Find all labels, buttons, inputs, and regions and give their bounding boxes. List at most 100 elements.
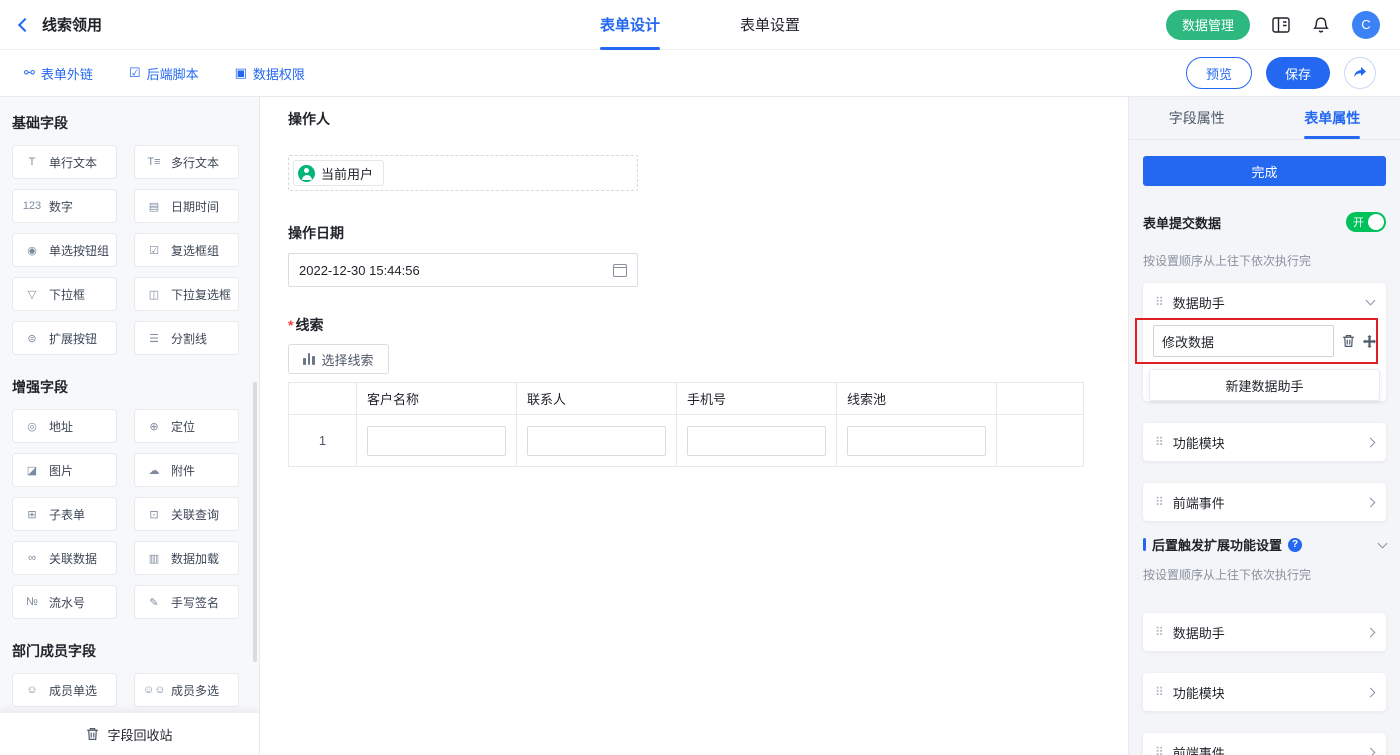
field-item[interactable]: №流水号 (12, 585, 117, 619)
field-type-icon: ☺☺ (143, 684, 165, 696)
table-row: 1 (289, 415, 1084, 467)
drag-handle-icon[interactable]: ⠿ (1155, 626, 1164, 638)
user-avatar[interactable]: C (1352, 11, 1380, 39)
back-icon[interactable] (18, 17, 32, 31)
toggle-on-label: 开 (1353, 214, 1364, 230)
help-icon[interactable]: ? (1288, 538, 1302, 552)
script-icon: ☑ (129, 65, 141, 81)
field-item[interactable]: T≡多行文本 (134, 145, 239, 179)
date-input[interactable]: 2022-12-30 15:44:56 (288, 253, 638, 287)
share-button[interactable] (1344, 57, 1376, 89)
field-item[interactable]: 123数字 (12, 189, 117, 223)
card-post-data-helper-header[interactable]: ⠿ 数据助手 (1143, 613, 1386, 651)
header-right: 数据管理 C (1166, 10, 1380, 40)
backend-script-button[interactable]: ☑ 后端脚本 (129, 64, 199, 83)
field-item[interactable]: ✎手写签名 (134, 585, 239, 619)
field-item[interactable]: ☺☺成员多选 (134, 673, 239, 707)
delete-icon[interactable] (1342, 334, 1355, 348)
field-item[interactable]: ⊞子表单 (12, 497, 117, 531)
field-item[interactable]: ◎地址 (12, 409, 117, 443)
field-grid: ◎地址 ⊕定位 ◪图片 ☁附件 ⊞子表单 ⊡关联查询 ∞关联数据 ▥数据加载 №… (12, 409, 247, 619)
done-button[interactable]: 完成 (1143, 156, 1386, 186)
field-recycle-bin[interactable]: 字段回收站 (0, 713, 259, 755)
table-cell-input[interactable] (847, 426, 986, 456)
link-label: 表单外链 (41, 64, 93, 83)
save-button[interactable]: 保存 (1266, 57, 1330, 89)
field-item[interactable]: ☑复选框组 (134, 233, 239, 267)
field-item-label: 下拉框 (49, 286, 85, 303)
field-item[interactable]: ☺成员单选 (12, 673, 117, 707)
table-cell-input[interactable] (527, 426, 666, 456)
field-item[interactable]: ☰分割线 (134, 321, 239, 355)
tab-form-settings[interactable]: 表单设置 (740, 0, 800, 50)
section-heading: 基础字段 (12, 113, 247, 133)
table-cell (997, 415, 1084, 467)
field-label-text: 操作日期 (288, 223, 344, 243)
field-item-label: 分割线 (171, 330, 207, 347)
field-item[interactable]: ▤日期时间 (134, 189, 239, 223)
field-item[interactable]: ◉单选按钮组 (12, 233, 117, 267)
card-label: 数据助手 (1173, 623, 1225, 642)
field-item-label: 数据加载 (171, 550, 219, 567)
field-item[interactable]: ⊡关联查询 (134, 497, 239, 531)
field-item-label: 手写签名 (171, 594, 219, 611)
drag-handle-icon[interactable]: ⠿ (1155, 436, 1164, 448)
tab-form-properties[interactable]: 表单属性 (1265, 97, 1400, 139)
tab-form-design[interactable]: 表单设计 (600, 0, 660, 50)
field-type-icon: ☺ (21, 684, 43, 696)
field-item[interactable]: ∞关联数据 (12, 541, 117, 575)
layout-icon[interactable] (1272, 17, 1290, 33)
card-function-module-header[interactable]: ⠿ 功能模块 (1143, 423, 1386, 461)
section-heading: 增强字段 (12, 377, 247, 397)
sidebar-scrollbar[interactable] (253, 382, 257, 662)
current-user-chip[interactable]: 当前用户 (293, 160, 384, 186)
field-item[interactable]: ▽下拉框 (12, 277, 117, 311)
table-cell-input[interactable] (367, 426, 506, 456)
field-item[interactable]: ⊜扩展按钮 (12, 321, 117, 355)
field-operator: 操作人 当前用户 (288, 109, 1128, 191)
preview-button[interactable]: 预览 (1186, 57, 1252, 89)
field-item[interactable]: ▥数据加载 (134, 541, 239, 575)
field-label-text: 操作人 (288, 109, 330, 129)
drag-handle-icon[interactable]: ⠿ (1155, 496, 1164, 508)
field-item[interactable]: T单行文本 (12, 145, 117, 179)
table-column-header: 手机号 (677, 383, 837, 415)
field-type-icon: ⊞ (21, 508, 43, 521)
recycle-label: 字段回收站 (107, 725, 172, 744)
data-permission-button[interactable]: ▣ 数据权限 (235, 64, 305, 83)
field-item[interactable]: ☁附件 (134, 453, 239, 487)
field-type-icon: T≡ (143, 156, 165, 168)
card-post-function-module-header[interactable]: ⠿ 功能模块 (1143, 673, 1386, 711)
drag-handle-icon[interactable]: ⠿ (1155, 296, 1164, 308)
data-helper-name-input[interactable] (1153, 325, 1334, 357)
card-data-helper-header[interactable]: ⠿ 数据助手 (1143, 283, 1386, 321)
card-frontend-event-header[interactable]: ⠿ 前端事件 (1143, 483, 1386, 521)
section-accent-bar (1143, 538, 1146, 551)
table-column-header (997, 383, 1084, 415)
operator-field[interactable]: 当前用户 (288, 155, 638, 191)
field-type-icon: 123 (21, 200, 43, 212)
card-post-frontend-event-header[interactable]: ⠿ 前端事件 (1143, 733, 1386, 755)
new-data-helper-button[interactable]: 新建数据助手 (1149, 369, 1380, 401)
table-cell-input[interactable] (687, 426, 826, 456)
move-icon[interactable] (1363, 335, 1376, 348)
chevron-down-icon (1378, 538, 1388, 548)
field-item[interactable]: ◫下拉复选框 (134, 277, 239, 311)
drag-handle-icon[interactable]: ⠿ (1155, 746, 1164, 755)
chevron-right-icon (1366, 687, 1376, 697)
table-column-header: 线索池 (837, 383, 997, 415)
header-tabs: 表单设计 表单设置 (600, 0, 800, 50)
link-label: 数据权限 (253, 64, 305, 83)
form-toolbar: ⚯ 表单外链 ☑ 后端脚本 ▣ 数据权限 预览 保存 (0, 50, 1400, 97)
post-trigger-section-header[interactable]: 后置触发扩展功能设置 ? (1143, 535, 1386, 554)
data-manage-button[interactable]: 数据管理 (1166, 10, 1250, 40)
tab-field-properties[interactable]: 字段属性 (1129, 97, 1265, 139)
drag-handle-icon[interactable]: ⠿ (1155, 686, 1164, 698)
calendar-icon (613, 264, 627, 277)
field-item[interactable]: ⊕定位 (134, 409, 239, 443)
select-clue-button[interactable]: 选择线索 (288, 344, 389, 374)
bell-icon[interactable] (1312, 16, 1330, 34)
submit-toggle[interactable]: 开 (1346, 212, 1386, 232)
external-link-button[interactable]: ⚯ 表单外链 (24, 64, 93, 83)
field-item[interactable]: ◪图片 (12, 453, 117, 487)
